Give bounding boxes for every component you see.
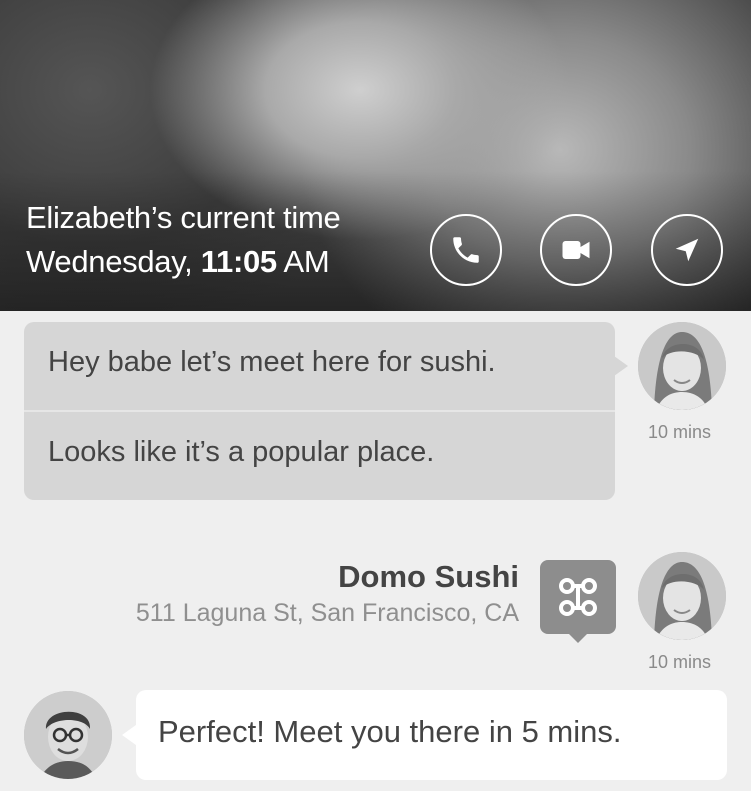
location-timestamp: 10 mins [648,652,712,672]
outgoing-bubble-tail [122,725,136,745]
contact-avatar[interactable] [638,322,726,410]
location-badge[interactable] [540,560,616,634]
location-arrow-icon [675,238,699,262]
outgoing-message: Perfect! Meet you there in 5 mins. [158,714,622,749]
video-camera-icon [562,241,590,259]
incoming-message-2: Looks like it’s a popular place. [48,436,435,468]
restaurant-map-icon [559,578,597,616]
header-shade [0,171,751,311]
user-avatar[interactable] [24,691,112,779]
current-time-title: Elizabeth’s current time [26,200,341,235]
navigate-button[interactable] [651,214,723,286]
man-avatar-image [24,691,112,779]
outgoing-message-bubble[interactable]: Perfect! Meet you there in 5 mins. [136,690,727,780]
video-call-button[interactable] [540,214,612,286]
woman-avatar-image [638,552,726,640]
incoming-message-bubble[interactable]: Hey babe let’s meet here for sushi. Look… [24,322,615,500]
location-name[interactable]: Domo Sushi [338,559,519,595]
contact-avatar-location[interactable] [638,552,726,640]
current-ampm: AM [283,244,330,279]
call-button[interactable] [430,214,502,286]
location-address[interactable]: 511 Laguna St, San Francisco, CA [136,599,519,628]
location-badge-pointer [568,633,588,643]
current-time: 11:05 [200,244,277,279]
incoming-bubble-tail [614,356,628,376]
message-divider [24,410,615,412]
phone-icon [453,237,479,263]
current-time-value: Wednesday, 11:05 AM [26,244,330,280]
current-day: Wednesday, [26,244,193,279]
incoming-message-1: Hey babe let’s meet here for sushi. [48,346,496,378]
header-photo: Elizabeth’s current time Wednesday, 11:0… [0,0,751,311]
incoming-timestamp: 10 mins [648,422,712,442]
woman-avatar-image [638,322,726,410]
